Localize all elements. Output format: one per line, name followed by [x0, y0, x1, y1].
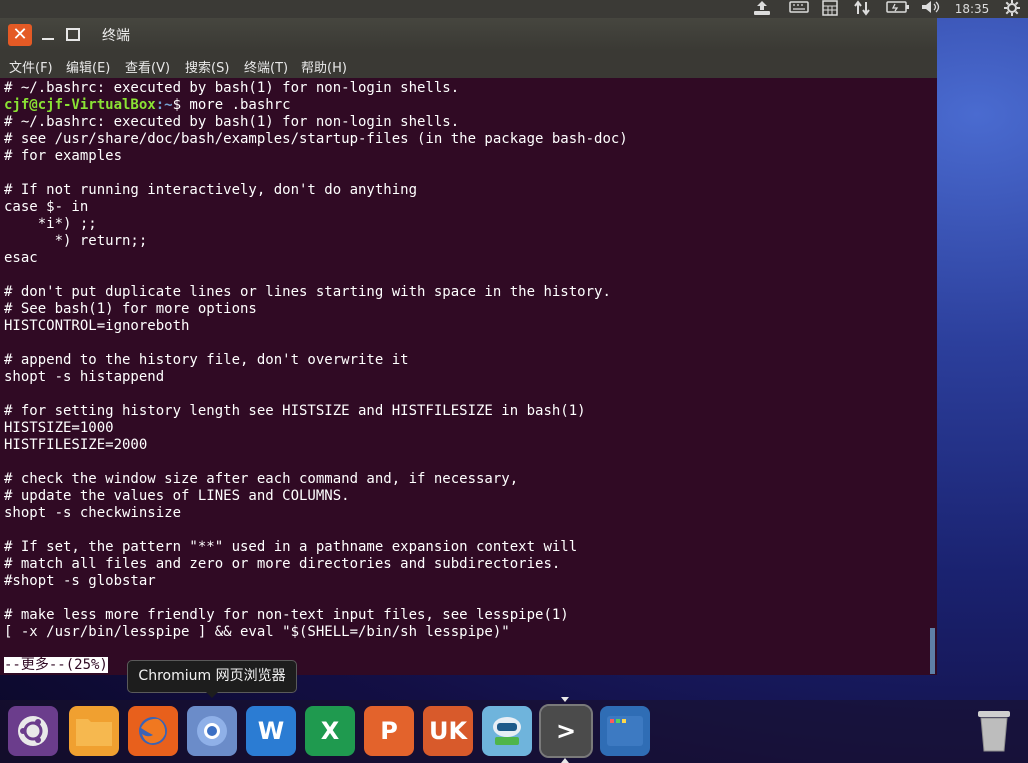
top-panel: 18:35 — [0, 0, 1028, 18]
terminal-line: # see /usr/share/doc/bash/examples/start… — [4, 131, 628, 147]
terminal-line: *i*) ;; — [4, 216, 97, 232]
terminal-line: # don't put duplicate lines or lines sta… — [4, 284, 611, 300]
upload-icon[interactable] — [750, 0, 774, 18]
keyboard-icon[interactable] — [787, 0, 811, 18]
prompt-command: $ more .bashrc — [172, 97, 291, 113]
shell-prompt-line: cjf@cjf-VirtualBox:~$ more .bashrc — [4, 97, 291, 114]
excel-icon[interactable]: X — [305, 706, 355, 756]
terminal-line: # for setting history length see HISTSIZ… — [4, 403, 586, 419]
dock-icon-label: UK — [428, 717, 468, 745]
menu-view[interactable]: 查看(V) — [125, 57, 170, 76]
terminal-line: # check the window size after each comma… — [4, 471, 519, 487]
battery-icon[interactable] — [884, 0, 912, 18]
terminal-output[interactable]: # ~/.bashrc: executed by bash(1) for non… — [0, 78, 930, 675]
window-titlebar[interactable]: ✕ 终端 — [0, 18, 937, 51]
terminal-line: esac — [4, 250, 38, 266]
terminal-line: # ~/.bashrc: executed by bash(1) for non… — [4, 80, 460, 96]
window-title: 终端 — [102, 28, 130, 44]
close-icon: ✕ — [12, 24, 28, 45]
tooltip-arrow — [205, 691, 219, 698]
terminal-line: # make less more friendly for non-text i… — [4, 607, 569, 623]
terminal-line: # for examples — [4, 148, 123, 164]
menu-bar: 文件(F) 编辑(E) 查看(V) 搜索(S) 终端(T) 帮助(H) — [0, 51, 937, 78]
dock-tooltip: Chromium 网页浏览器 — [127, 660, 297, 693]
terminal-line: shopt -s checkwinsize — [4, 505, 182, 521]
clock-time[interactable]: 18:35 — [950, 0, 994, 18]
terminal-line: # ~/.bashrc: executed by bash(1) for non… — [4, 114, 460, 130]
prompt-path: :~ — [155, 97, 173, 113]
terminal-line: [ -x /usr/bin/lesspipe ] && eval "$(SHEL… — [4, 624, 510, 640]
terminal-line: *) return;; — [4, 233, 148, 249]
calculator-icon[interactable] — [818, 0, 842, 18]
powerpoint-icon[interactable]: P — [364, 706, 414, 756]
terminal-icon[interactable]: > — [539, 704, 593, 758]
more-status: --更多--(25%) — [4, 657, 108, 673]
ubuntu-logo-icon[interactable] — [8, 706, 58, 756]
terminal-line: # If not running interactively, don't do… — [4, 182, 418, 198]
maximize-button[interactable] — [66, 28, 80, 41]
dock-running-pip — [561, 697, 569, 702]
menu-search[interactable]: 搜索(S) — [185, 57, 229, 76]
dock-icon-label: X — [320, 717, 340, 745]
terminal-window: ✕ 终端 文件(F) 编辑(E) 查看(V) 搜索(S) 终端(T) 帮助(H)… — [0, 18, 937, 675]
dock-running-pip — [561, 758, 569, 763]
terminal-line: HISTCONTROL=ignoreboth — [4, 318, 190, 334]
terminal-line: # See bash(1) for more options — [4, 301, 257, 317]
scrollbar[interactable] — [930, 628, 935, 674]
close-button[interactable]: ✕ — [8, 24, 32, 46]
dock-icon-label: > — [555, 717, 577, 745]
terminal-line: # If set, the pattern "**" used in a pat… — [4, 539, 578, 555]
terminal-line: HISTSIZE=1000 — [4, 420, 114, 436]
dock-icon-label: P — [380, 717, 398, 745]
terminal-line: # match all files and zero or more direc… — [4, 556, 561, 572]
ubuntu-software-icon[interactable]: UK — [423, 706, 473, 756]
terminal-line: # append to the history file, don't over… — [4, 352, 409, 368]
word-icon[interactable]: W — [246, 706, 296, 756]
prompt-user: cjf@cjf-VirtualBox — [4, 97, 156, 113]
minimize-button[interactable] — [40, 24, 56, 44]
terminal-line: case $- in — [4, 199, 89, 215]
terminal-line: shopt -s histappend — [4, 369, 165, 385]
menu-terminal[interactable]: 终端(T) — [244, 57, 288, 76]
trash-icon[interactable] — [969, 706, 1019, 756]
files-folder-icon[interactable] — [69, 706, 119, 756]
more-status-line: --更多--(25%) — [4, 657, 108, 674]
terminal-line: # update the values of LINES and COLUMNS… — [4, 488, 350, 504]
terminal-line: HISTFILESIZE=2000 — [4, 437, 148, 453]
menu-help[interactable]: 帮助(H) — [301, 57, 347, 76]
firefox-icon[interactable] — [128, 706, 178, 756]
menu-file[interactable]: 文件(F) — [9, 57, 53, 76]
menu-edit[interactable]: 编辑(E) — [66, 57, 110, 76]
workspace-switcher-icon[interactable] — [600, 706, 650, 756]
terminal-line: #shopt -s globstar — [4, 573, 156, 589]
volume-icon[interactable] — [918, 0, 944, 18]
dock-icon-label: W — [257, 717, 285, 745]
chromium-icon[interactable] — [187, 706, 237, 756]
network-icon[interactable] — [850, 0, 874, 18]
settings-gear-icon[interactable] — [1000, 0, 1024, 18]
robot-app-icon[interactable] — [482, 706, 532, 756]
